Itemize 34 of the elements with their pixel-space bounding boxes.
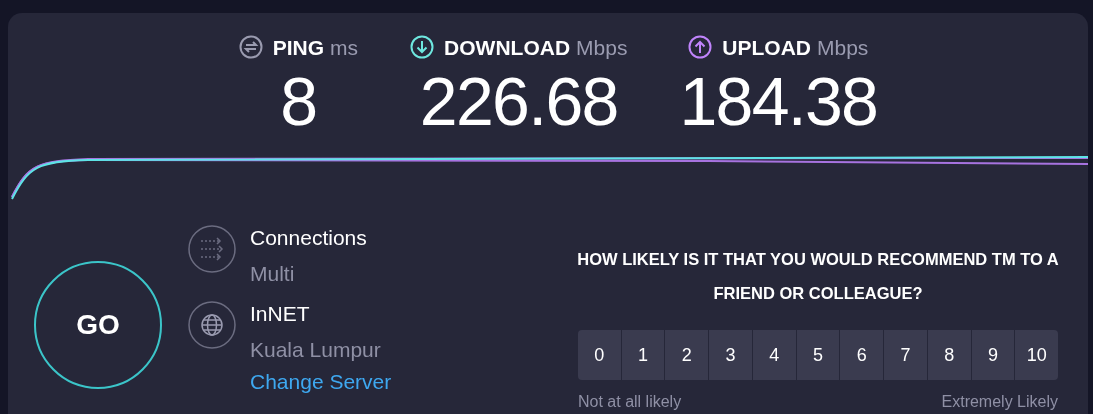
server-name: InNET — [250, 301, 311, 327]
rating-option[interactable]: 8 — [927, 330, 971, 380]
rating-option[interactable]: 2 — [665, 330, 709, 380]
server-location: Kuala Lumpur — [250, 337, 382, 363]
metric-label: DOWNLOAD — [444, 36, 571, 58]
download-icon — [410, 35, 435, 59]
rating-option[interactable]: 9 — [971, 330, 1015, 380]
metric-value: 8 — [280, 67, 317, 135]
metric-unit: Mbps — [576, 36, 628, 58]
rating-option[interactable]: 0 — [578, 330, 621, 380]
metric-label: PING — [272, 36, 325, 58]
connections-value: Multi — [250, 261, 296, 287]
connections-label: Connections — [250, 225, 367, 251]
connections-icon — [188, 225, 236, 273]
metric-unit: ms — [330, 36, 359, 58]
ping-icon — [238, 35, 263, 59]
change-server-link[interactable]: Change Server — [250, 369, 392, 395]
metric-unit: Mbps — [817, 36, 869, 58]
high-label: Extremely Likely — [941, 392, 1058, 412]
metric-label: UPLOAD — [722, 36, 811, 58]
rating-option[interactable]: 7 — [884, 330, 927, 380]
rating-option[interactable]: 10 — [1015, 330, 1058, 380]
survey-question: HOW LIKELY IS IT THAT YOU WOULD RECOMMEND TM TO A FRIEND OR COLLEAGUE? — [576, 249, 1060, 304]
rating-option[interactable]: 4 — [752, 330, 796, 380]
globe-icon — [188, 301, 236, 349]
rating-option[interactable]: 5 — [796, 330, 840, 380]
rating-option[interactable]: 6 — [840, 330, 884, 380]
go-button[interactable]: GO — [34, 260, 162, 389]
upload-icon — [688, 35, 713, 59]
rating-option[interactable]: 3 — [709, 330, 752, 380]
low-label: Not at all likely — [578, 392, 682, 412]
metric-value: 184.38 — [679, 67, 878, 135]
metric-value: 226.68 — [419, 67, 618, 135]
rating-option[interactable]: 1 — [621, 330, 665, 380]
